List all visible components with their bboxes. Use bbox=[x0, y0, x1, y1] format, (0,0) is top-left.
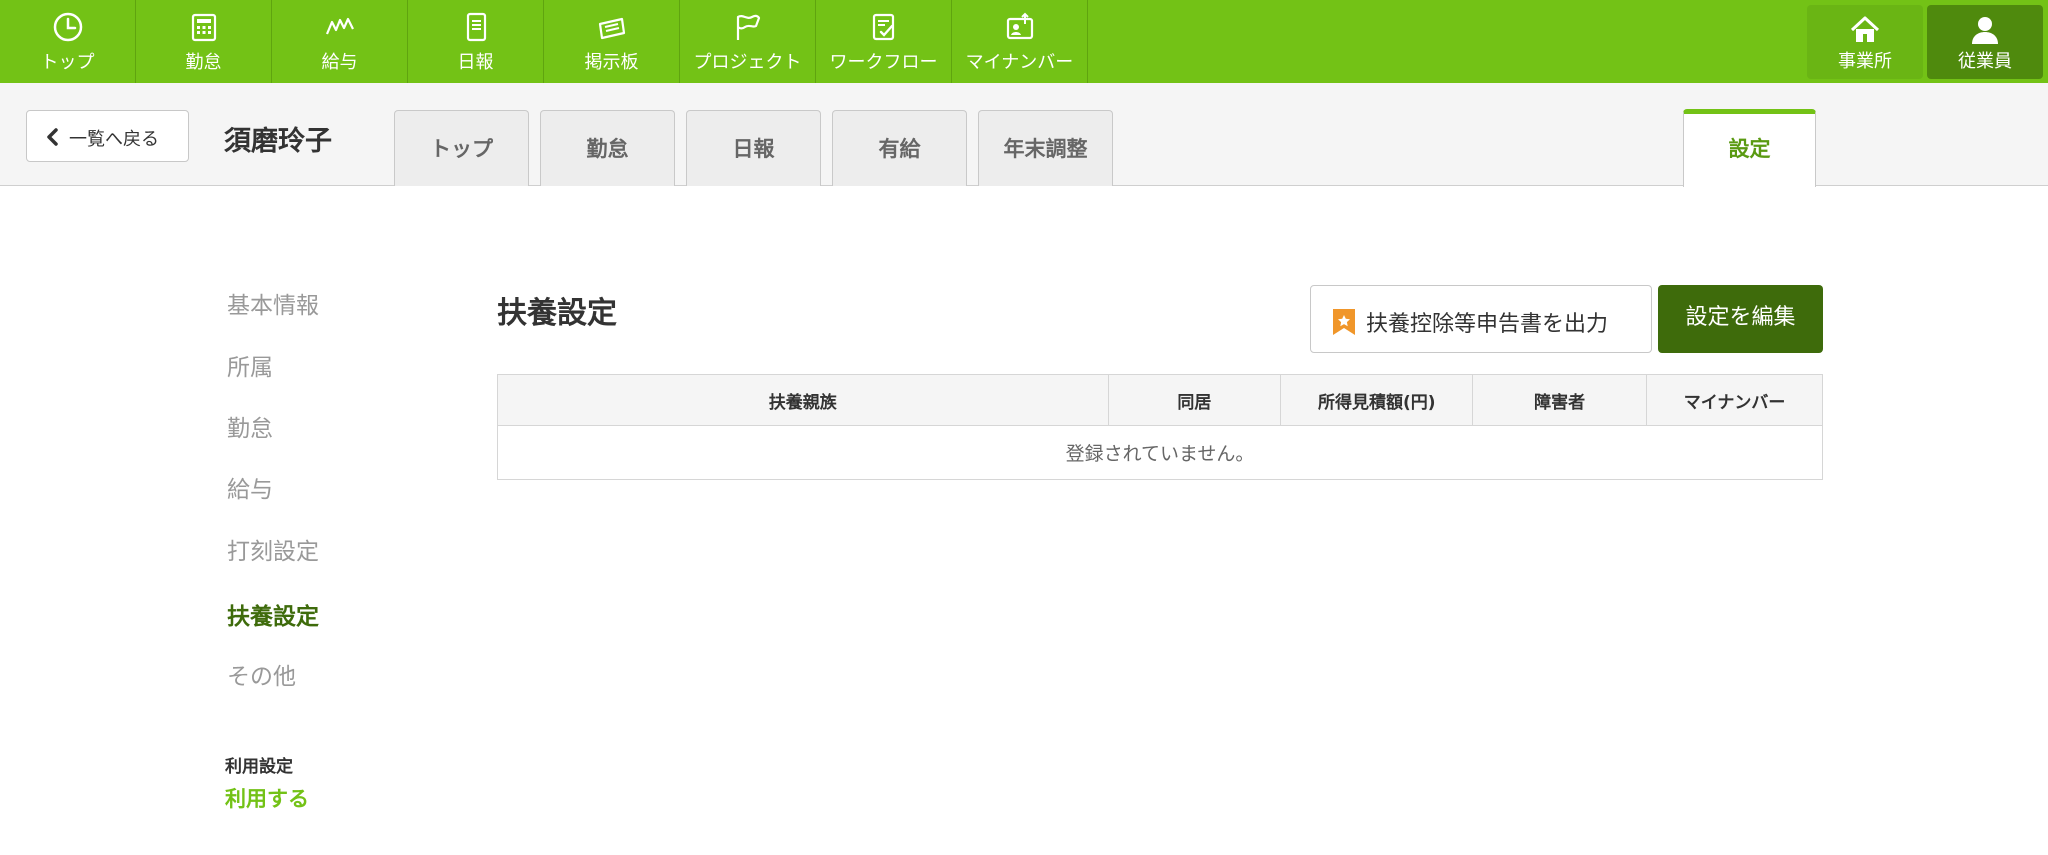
nav-daily-report-label: 日報 bbox=[457, 52, 494, 73]
nav-attendance-label: 勤怠 bbox=[185, 52, 222, 73]
person-icon bbox=[1968, 13, 2002, 47]
nav-bulletin-board-label: 掲示板 bbox=[584, 52, 639, 73]
tab-attendance[interactable]: 勤怠 bbox=[540, 110, 675, 186]
tab-daily-report[interactable]: 日報 bbox=[686, 110, 821, 186]
export-button-label: 扶養控除等申告書を出力 bbox=[1366, 312, 1609, 337]
top-navigation: トップ 勤怠 給与 日報 掲示板 プロジェクト ワークフロー マイナンバー 事業… bbox=[0, 0, 2048, 83]
edit-settings-button[interactable]: 設定を編集 bbox=[1658, 285, 1823, 353]
dependents-table: 扶養親族 同居 所得見積額(円) 障害者 マイナンバー 登録されていません。 bbox=[497, 374, 1823, 480]
side-menu-payroll[interactable]: 給与 bbox=[227, 470, 273, 504]
side-menu-dependents[interactable]: 扶養設定 bbox=[227, 597, 319, 631]
tab-top[interactable]: トップ bbox=[394, 110, 529, 186]
nav-workflow-label: ワークフロー bbox=[829, 52, 938, 73]
nav-payroll[interactable]: 給与 bbox=[272, 0, 408, 83]
column-header-disabled: 障害者 bbox=[1472, 374, 1648, 426]
nav-payroll-label: 給与 bbox=[321, 52, 358, 73]
export-dependent-declaration-button[interactable]: 扶養控除等申告書を出力 bbox=[1310, 285, 1652, 353]
nav-office-label: 事業所 bbox=[1838, 51, 1892, 72]
nav-project-label: プロジェクト bbox=[693, 52, 802, 73]
table-header-row: 扶養親族 同居 所得見積額(円) 障害者 マイナンバー bbox=[497, 374, 1823, 426]
side-menu-other[interactable]: その他 bbox=[227, 657, 296, 691]
nav-employee-label: 従業員 bbox=[1958, 51, 2012, 72]
column-header-cohabiting: 同居 bbox=[1107, 374, 1282, 426]
nav-top[interactable]: トップ bbox=[0, 0, 136, 83]
nav-my-number[interactable]: マイナンバー bbox=[952, 0, 1088, 83]
usage-setting-label: 利用設定 bbox=[225, 757, 293, 777]
chart-icon bbox=[323, 10, 357, 44]
chevron-left-icon bbox=[45, 127, 61, 147]
column-header-my-number: マイナンバー bbox=[1646, 374, 1823, 426]
side-menu-clock-settings[interactable]: 打刻設定 bbox=[227, 532, 319, 566]
nav-office[interactable]: 事業所 bbox=[1807, 5, 1923, 79]
nav-bulletin-board[interactable]: 掲示板 bbox=[544, 0, 680, 83]
nav-top-label: トップ bbox=[40, 52, 95, 73]
board-icon bbox=[595, 10, 629, 44]
back-to-list-button[interactable]: 一覧へ戻る bbox=[26, 110, 189, 162]
nav-attendance[interactable]: 勤怠 bbox=[136, 0, 272, 83]
home-icon bbox=[1848, 13, 1882, 47]
tab-year-end-adjustment[interactable]: 年末調整 bbox=[978, 110, 1113, 186]
clock-icon bbox=[51, 10, 85, 44]
empty-message: 登録されていません。 bbox=[497, 425, 1823, 480]
usage-setting-value: 利用する bbox=[225, 787, 309, 811]
column-header-estimated-income: 所得見積額(円) bbox=[1280, 374, 1474, 426]
calculator-icon bbox=[187, 10, 221, 44]
nav-project[interactable]: プロジェクト bbox=[680, 0, 816, 83]
table-row: 登録されていません。 bbox=[497, 425, 1823, 480]
bookmark-star-icon bbox=[1332, 308, 1356, 336]
employee-name: 須磨玲子 bbox=[224, 126, 332, 157]
employee-header: 一覧へ戻る 須磨玲子 トップ 勤怠 日報 有給 年末調整 設定 bbox=[0, 83, 2048, 187]
tab-paid-leave[interactable]: 有給 bbox=[832, 110, 967, 186]
checklist-icon bbox=[867, 10, 901, 44]
nav-workflow[interactable]: ワークフロー bbox=[816, 0, 952, 83]
nav-my-number-label: マイナンバー bbox=[965, 52, 1074, 73]
page-title: 扶養設定 bbox=[497, 296, 617, 331]
side-menu-attendance[interactable]: 勤怠 bbox=[227, 409, 273, 443]
nav-employee[interactable]: 従業員 bbox=[1927, 5, 2043, 79]
flag-icon bbox=[731, 10, 765, 44]
tab-settings[interactable]: 設定 bbox=[1683, 109, 1816, 187]
column-header-dependent: 扶養親族 bbox=[497, 374, 1109, 426]
side-menu-affiliation[interactable]: 所属 bbox=[227, 348, 273, 382]
back-button-label: 一覧へ戻る bbox=[69, 129, 159, 150]
nav-daily-report[interactable]: 日報 bbox=[408, 0, 544, 83]
id-card-icon bbox=[1003, 10, 1037, 44]
side-menu-basic-info[interactable]: 基本情報 bbox=[227, 286, 319, 320]
notebook-icon bbox=[459, 10, 493, 44]
